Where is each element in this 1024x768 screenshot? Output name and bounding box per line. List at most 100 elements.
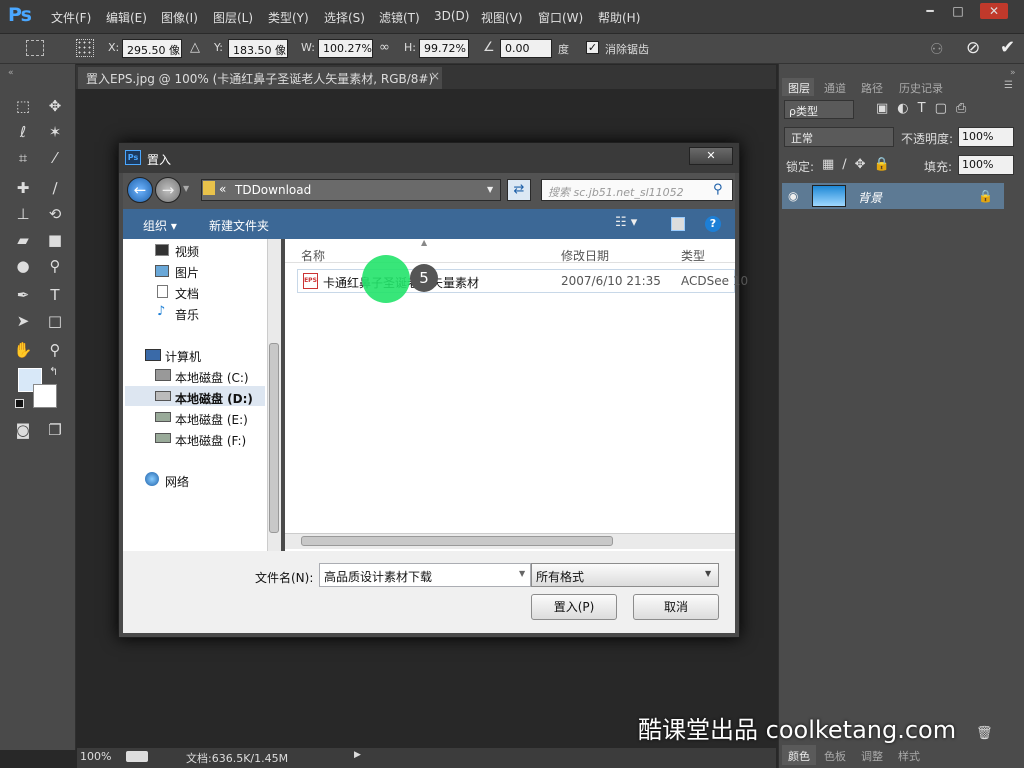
document-tab[interactable]: 置入EPS.jpg @ 100% (卡通红鼻子圣诞老人矢量素材, RGB/8#) xyxy=(78,67,442,89)
delta-icon[interactable]: △ xyxy=(190,40,200,55)
layer-filter-dropdown[interactable]: ρ类型 xyxy=(784,100,854,119)
preview-pane-icon[interactable] xyxy=(671,217,685,231)
path-selection-tool-icon[interactable]: ➤ xyxy=(12,310,34,332)
gradient-tool-icon[interactable]: ■ xyxy=(44,229,66,251)
view-options-icon[interactable]: ☷ ▾ xyxy=(615,215,637,230)
blend-mode-dropdown[interactable]: 正常 xyxy=(784,127,894,147)
refresh-icon[interactable]: ⇄ xyxy=(507,179,531,201)
rectangle-tool-icon[interactable]: □ xyxy=(44,310,66,332)
layer-filter-icons[interactable]: ▣◐T▢⎙ xyxy=(876,101,975,116)
nav-scrollbar-thumb[interactable] xyxy=(269,343,279,533)
delete-layer-icon[interactable]: 🗑 xyxy=(976,726,993,741)
tab-color[interactable]: 颜色 xyxy=(788,748,810,764)
nav-drive-f[interactable]: 本地磁盘 (F:) xyxy=(175,432,246,449)
dodge-tool-icon[interactable]: ⚲ xyxy=(44,255,66,277)
commit-transform-icon[interactable]: ✔ xyxy=(1000,37,1015,58)
menu-select[interactable]: 选择(S) xyxy=(324,9,365,26)
tab-adjustments[interactable]: 调整 xyxy=(861,748,883,764)
forward-arrow-icon[interactable]: → xyxy=(155,177,181,203)
menu-3d[interactable]: 3D(D) xyxy=(434,9,469,23)
pen-tool-icon[interactable]: ✒ xyxy=(12,284,34,306)
eyedropper-tool-icon[interactable]: ⁄ xyxy=(44,147,66,169)
filename-dropdown-icon[interactable]: ▼ xyxy=(519,569,525,578)
column-name[interactable]: 名称 xyxy=(301,247,325,264)
search-icon[interactable]: ⚲ xyxy=(713,182,723,197)
cancel-button[interactable]: 取消 xyxy=(633,594,719,620)
nav-network[interactable]: 网络 xyxy=(165,473,189,490)
screen-mode-icon[interactable]: ❐ xyxy=(44,419,66,441)
dialog-close-button[interactable]: ✕ xyxy=(689,147,733,165)
marquee-tool-icon[interactable]: ⬚ xyxy=(12,95,34,117)
menu-filter[interactable]: 滤镜(T) xyxy=(379,9,420,26)
tab-styles[interactable]: 样式 xyxy=(898,748,920,764)
tab-channels[interactable]: 通道 xyxy=(824,80,846,96)
menu-window[interactable]: 窗口(W) xyxy=(538,9,583,26)
file-type-dropdown-icon[interactable]: ▼ xyxy=(705,569,711,578)
warp-icon[interactable]: ⚇ xyxy=(930,40,943,58)
maximize-button[interactable]: □ xyxy=(944,3,972,19)
stamp-tool-icon[interactable]: ⊥ xyxy=(12,203,34,225)
default-colors-icon[interactable] xyxy=(15,399,24,408)
cancel-transform-icon[interactable]: ⊘ xyxy=(966,38,980,58)
menu-layer[interactable]: 图层(L) xyxy=(213,9,253,26)
column-type[interactable]: 类型 xyxy=(681,247,705,264)
h-field[interactable]: 99.72% xyxy=(419,39,469,58)
place-button[interactable]: 置入(P) xyxy=(531,594,617,620)
panel-menu-icon[interactable]: ☰ xyxy=(1004,80,1013,91)
swap-colors-icon[interactable]: ↰ xyxy=(49,365,58,378)
tab-paths[interactable]: 路径 xyxy=(861,80,883,96)
address-dropdown-icon[interactable]: ▼ xyxy=(487,185,493,194)
lasso-tool-icon[interactable]: ℓ xyxy=(12,121,34,143)
brush-tool-icon[interactable]: ∕ xyxy=(44,177,66,199)
type-tool-icon[interactable]: T xyxy=(44,284,66,306)
nav-music[interactable]: 音乐 xyxy=(175,306,199,323)
link-icon[interactable]: ∞ xyxy=(379,40,390,55)
quick-mask-icon[interactable]: ◙ xyxy=(12,419,34,441)
layer-name[interactable]: 背景 xyxy=(858,189,882,206)
back-arrow-icon[interactable]: ← xyxy=(127,177,153,203)
breadcrumb-chevron-icon[interactable]: « xyxy=(219,182,226,196)
move-tool-icon[interactable]: ✥ xyxy=(44,95,66,117)
tab-swatches[interactable]: 色板 xyxy=(824,748,846,764)
menu-type[interactable]: 类型(Y) xyxy=(268,9,309,26)
zoom-level[interactable]: 100% xyxy=(80,750,111,763)
menu-help[interactable]: 帮助(H) xyxy=(598,9,640,26)
eraser-tool-icon[interactable]: ▰ xyxy=(12,229,34,251)
zoom-tool-icon[interactable]: ⚲ xyxy=(44,339,66,361)
menu-image[interactable]: 图像(I) xyxy=(161,9,198,26)
column-date[interactable]: 修改日期 xyxy=(561,247,609,264)
close-window-button[interactable]: ✕ xyxy=(980,3,1008,19)
recent-pages-icon[interactable]: ▼ xyxy=(183,184,189,193)
collapse-icon[interactable]: « xyxy=(8,68,14,78)
nav-pictures[interactable]: 图片 xyxy=(175,264,199,281)
document-tab-close-icon[interactable]: × xyxy=(430,69,440,83)
magic-wand-tool-icon[interactable]: ✶ xyxy=(44,121,66,143)
menu-view[interactable]: 视图(V) xyxy=(481,9,523,26)
history-brush-tool-icon[interactable]: ⟲ xyxy=(44,203,66,225)
transform-icon[interactable] xyxy=(26,40,44,56)
new-folder-button[interactable]: 新建文件夹 xyxy=(209,217,269,234)
help-icon[interactable]: ? xyxy=(705,216,721,232)
panel-collapse-icon[interactable]: » xyxy=(1010,68,1016,78)
nav-documents[interactable]: 文档 xyxy=(175,285,199,302)
horizontal-scrollbar-thumb[interactable] xyxy=(301,536,613,546)
x-field[interactable]: 295.50 像 xyxy=(122,39,182,58)
menu-edit[interactable]: 编辑(E) xyxy=(106,9,147,26)
visibility-eye-icon[interactable]: ◉ xyxy=(788,189,798,203)
nav-drive-c[interactable]: 本地磁盘 (C:) xyxy=(175,369,249,386)
tab-layers[interactable]: 图层 xyxy=(788,80,810,96)
fill-field[interactable]: 100% xyxy=(958,155,1014,175)
dialog-title-bar[interactable] xyxy=(119,143,739,173)
status-menu-arrow-icon[interactable]: ▶ xyxy=(354,750,361,760)
reference-point-icon[interactable] xyxy=(76,39,94,57)
background-color-swatch[interactable] xyxy=(33,384,57,408)
file-type-dropdown[interactable]: 所有格式 xyxy=(531,563,719,587)
y-field[interactable]: 183.50 像 xyxy=(228,39,288,58)
nav-drive-e[interactable]: 本地磁盘 (E:) xyxy=(175,411,248,428)
blur-tool-icon[interactable]: ● xyxy=(12,255,34,277)
menu-file[interactable]: 文件(F) xyxy=(51,9,91,26)
healing-brush-tool-icon[interactable]: ✚ xyxy=(12,177,34,199)
angle-field[interactable]: 0.00 xyxy=(500,39,552,58)
minimize-button[interactable]: ━ xyxy=(916,3,944,19)
nav-drive-d[interactable]: 本地磁盘 (D:) xyxy=(175,390,253,407)
